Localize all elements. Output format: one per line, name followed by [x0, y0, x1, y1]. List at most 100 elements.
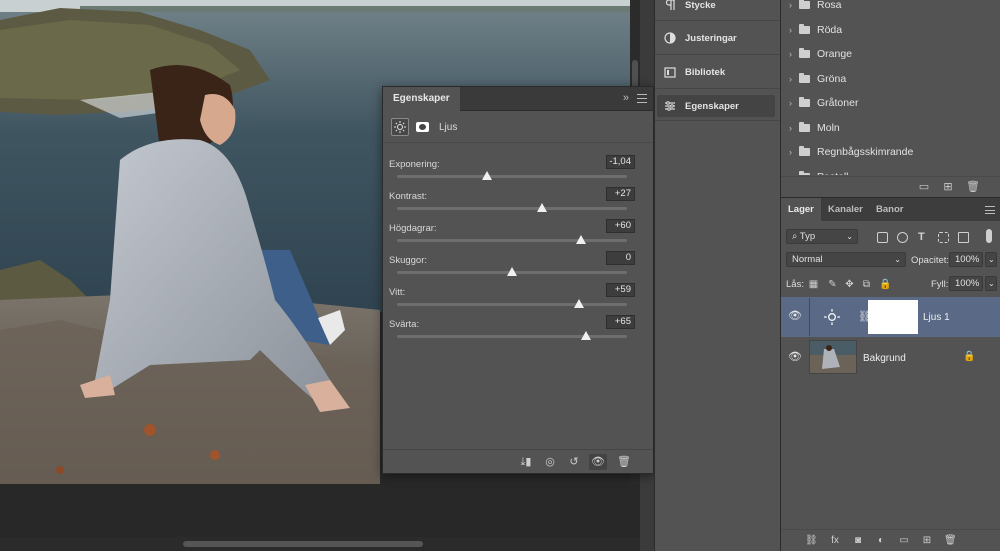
divider: [655, 88, 781, 89]
new-adjustment-layer-icon[interactable]: ◐: [875, 535, 887, 547]
swatch-folder[interactable]: › Moln: [789, 119, 840, 137]
filter-shape-icon[interactable]: [938, 232, 949, 243]
swatch-folder[interactable]: › Gröna: [789, 70, 846, 88]
swatch-folder-label: Gråtoner: [817, 97, 859, 109]
layer-name[interactable]: Ljus 1: [923, 312, 950, 323]
opacity-input[interactable]: 100%: [949, 252, 983, 267]
chevron-right-icon[interactable]: ›: [789, 172, 799, 176]
filter-pixel-icon[interactable]: [877, 232, 888, 243]
dock-item-paragraph[interactable]: Stycke: [657, 0, 775, 16]
properties-footer: ⤓▮ ◎ ↺ 👁 🗑: [383, 449, 653, 473]
layer-visibility-icon[interactable]: 👁: [788, 310, 802, 322]
visibility-icon[interactable]: 👁: [589, 454, 607, 470]
layer-row-ljus-1[interactable]: 👁 ⛓ Ljus 1: [781, 297, 1000, 337]
tab-properties[interactable]: Egenskaper: [383, 87, 460, 111]
swatch-folder[interactable]: › Regnbågsskimrande: [789, 143, 913, 161]
filter-adjustment-icon[interactable]: [897, 232, 908, 243]
swatch-folder[interactable]: › Gråtoner: [789, 94, 858, 112]
link-layers-icon[interactable]: ⛓: [805, 535, 818, 547]
adjustment-slider-track[interactable]: [397, 267, 627, 276]
adjustment-slider-thumb[interactable]: [507, 267, 517, 276]
layer-mask-icon[interactable]: [413, 118, 431, 136]
adjustment-value-input[interactable]: +59: [606, 283, 635, 297]
swatch-folder[interactable]: › Pastell: [789, 168, 849, 176]
delete-swatch-icon[interactable]: 🗑: [966, 181, 980, 193]
adjustment-slider-track[interactable]: [397, 235, 627, 244]
filter-toggle-icon[interactable]: [986, 229, 992, 243]
layer-row-bakgrund[interactable]: 👁 Bakgrund 🔒: [781, 338, 1000, 378]
adjustment-value-input[interactable]: +65: [606, 315, 635, 329]
dock-item-properties[interactable]: Egenskaper: [657, 95, 775, 117]
layer-name[interactable]: Bakgrund: [863, 353, 906, 364]
brightness-icon[interactable]: [391, 118, 409, 136]
swatch-folder-label: Pastell: [817, 171, 849, 176]
filter-type-icon[interactable]: T: [918, 232, 929, 243]
new-layer-icon[interactable]: ⊞: [921, 535, 933, 547]
lock-position-icon[interactable]: ✥: [844, 279, 855, 290]
panel-menu-icon[interactable]: [637, 94, 647, 103]
tab-paths[interactable]: Banor: [869, 198, 910, 222]
adjustment-slider-thumb[interactable]: [580, 331, 591, 340]
layer-filter-select[interactable]: ⌕ Typ ⌄: [786, 229, 858, 244]
adjustment-value-input[interactable]: 0: [606, 251, 635, 265]
adjustment-type-label: Ljus: [439, 121, 458, 133]
panel-menu-icon[interactable]: [985, 206, 995, 214]
lock-transparent-pixels-icon[interactable]: ▦: [808, 279, 819, 290]
tab-layers[interactable]: Lager: [781, 198, 821, 222]
dock-item-library[interactable]: Bibliotek: [657, 61, 775, 83]
adjustment-row: Högdagrar: +60: [389, 219, 635, 251]
chevron-right-icon[interactable]: ›: [789, 123, 799, 133]
new-group-icon[interactable]: ▭: [918, 181, 930, 193]
lock-image-pixels-icon[interactable]: ✎: [827, 279, 838, 290]
tab-channels[interactable]: Kanaler: [821, 198, 870, 222]
delete-icon[interactable]: 🗑: [615, 454, 633, 470]
horizontal-scrollbar[interactable]: [0, 537, 640, 551]
chevron-right-icon[interactable]: ›: [789, 74, 799, 84]
horizontal-scroll-thumb[interactable]: [183, 541, 423, 547]
lock-artboard-icon[interactable]: ⧉: [861, 279, 872, 290]
add-mask-icon[interactable]: ◙: [852, 535, 864, 547]
adjustment-slider-track[interactable]: [397, 331, 627, 340]
clip-to-layer-icon[interactable]: ⤓▮: [517, 454, 535, 470]
swatch-folder[interactable]: › Orange: [789, 45, 852, 63]
filter-smart-object-icon[interactable]: [958, 232, 969, 243]
chevron-down-icon: ⌄: [894, 255, 901, 264]
chevron-right-icon[interactable]: ›: [789, 147, 799, 157]
chevron-right-icon[interactable]: ›: [789, 0, 799, 10]
layer-mask-thumbnail[interactable]: [868, 300, 918, 334]
chevron-right-icon[interactable]: ›: [789, 98, 799, 108]
dock-item-label: Justeringar: [685, 32, 737, 44]
adjustment-slider-thumb[interactable]: [481, 171, 492, 180]
adjustment-slider-thumb[interactable]: [536, 203, 547, 212]
adjustment-value-input[interactable]: -1,04: [606, 155, 635, 169]
adjustment-value-input[interactable]: +27: [606, 187, 635, 201]
view-previous-state-icon[interactable]: ◎: [541, 454, 559, 470]
reset-icon[interactable]: ↺: [565, 454, 583, 470]
layer-visibility-icon[interactable]: 👁: [788, 351, 802, 363]
adjustment-slider-thumb[interactable]: [576, 235, 586, 244]
adjustment-slider-thumb[interactable]: [573, 299, 584, 308]
adjustment-slider-track[interactable]: [397, 171, 627, 180]
opacity-dropdown-icon[interactable]: ⌄: [985, 252, 997, 267]
lock-label: Lås:: [786, 279, 804, 290]
fill-dropdown-icon[interactable]: ⌄: [985, 276, 997, 291]
fill-input[interactable]: 100%: [949, 276, 983, 291]
new-swatch-icon[interactable]: ⊞: [942, 181, 954, 193]
layer-style-icon[interactable]: fx: [829, 535, 841, 547]
swatch-folder[interactable]: › Rosa: [789, 0, 842, 14]
divider: [383, 142, 653, 143]
swatch-folder[interactable]: › Röda: [789, 21, 842, 39]
chevron-right-icon[interactable]: ›: [789, 25, 799, 35]
lock-all-icon[interactable]: 🔒: [879, 279, 891, 290]
delete-layer-icon[interactable]: 🗑: [944, 535, 957, 547]
search-icon: ⌕: [792, 231, 800, 242]
adjustment-slider-track[interactable]: [397, 299, 627, 308]
dock-item-adjustments[interactable]: Justeringar: [657, 27, 775, 49]
chevron-right-icon[interactable]: ›: [789, 49, 799, 59]
collapse-panel-icon[interactable]: »: [623, 92, 629, 104]
adjustment-slider-track[interactable]: [397, 203, 627, 212]
adjustment-value-input[interactable]: +60: [606, 219, 635, 233]
blend-mode-select[interactable]: Normal ⌄: [786, 252, 906, 267]
chevron-down-icon: ⌄: [846, 232, 853, 241]
new-group-icon[interactable]: ▭: [898, 535, 910, 547]
